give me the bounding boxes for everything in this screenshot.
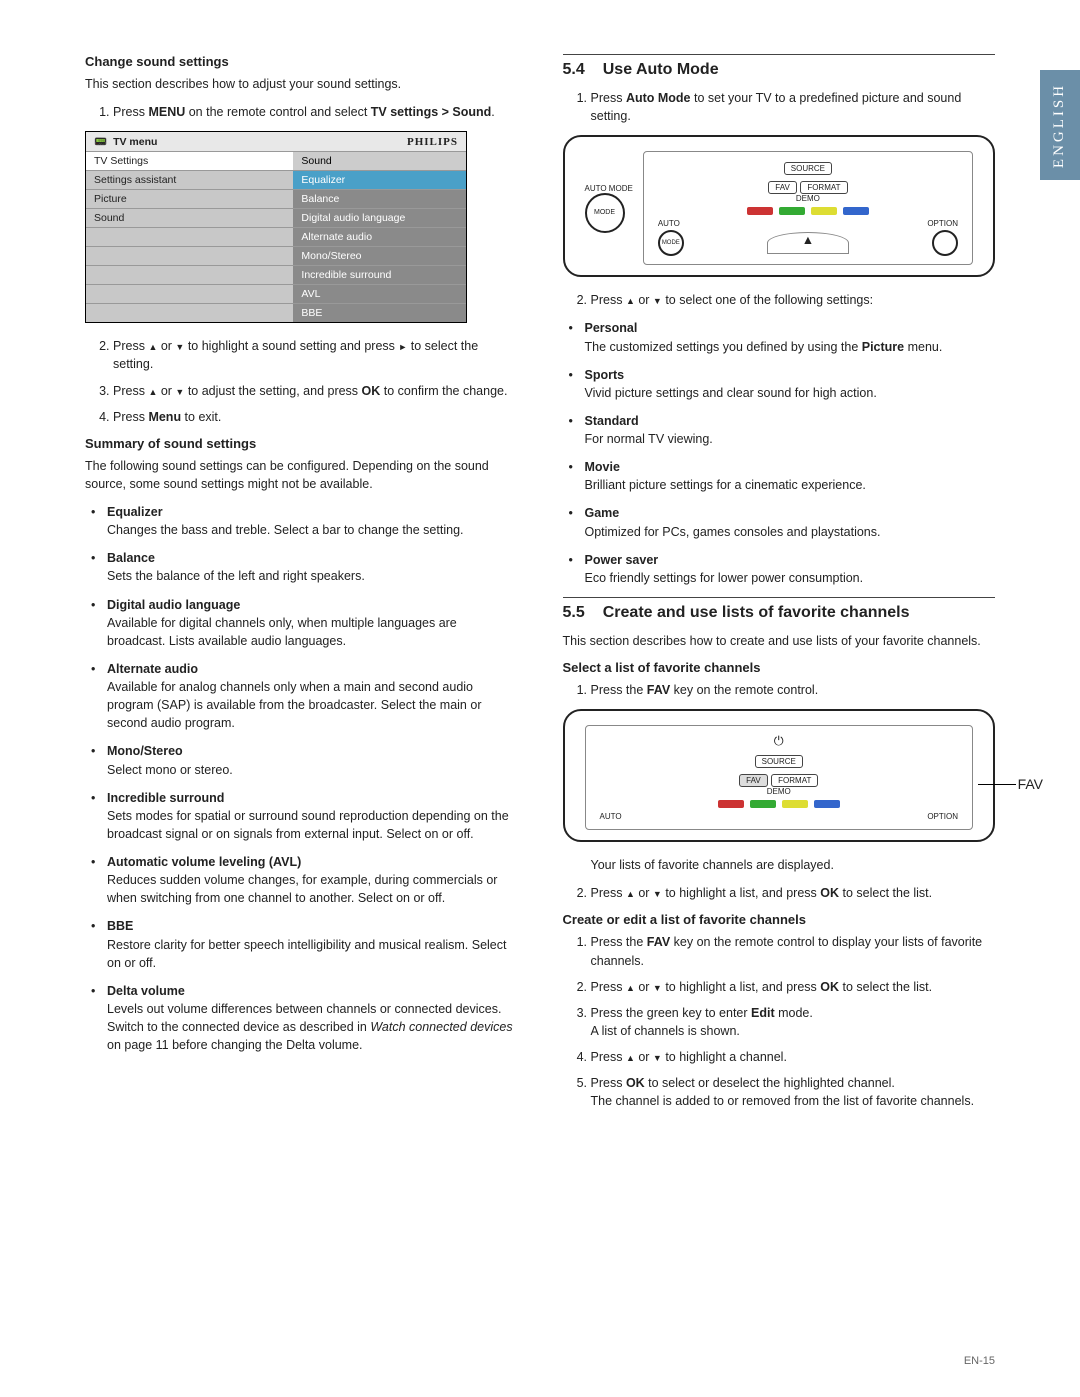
c-step3: Press the green key to enter Edit mode.A… bbox=[591, 1004, 996, 1040]
item-balance: BalanceSets the balance of the left and … bbox=[107, 549, 518, 585]
down-icon bbox=[175, 339, 184, 353]
item-avl: Automatic volume leveling (AVL)Reduces s… bbox=[107, 853, 518, 907]
down-icon bbox=[653, 886, 662, 900]
c-step4: Press or to highlight a channel. bbox=[591, 1048, 996, 1066]
remote-figure-1: AUTO MODE MODE SOURCE FAV FORMAT DEMO AU… bbox=[563, 135, 996, 277]
mode-icon: MODE bbox=[658, 230, 684, 256]
item-delta: Delta volumeLevels out volume difference… bbox=[107, 982, 518, 1055]
item-dal: Digital audio languageAvailable for digi… bbox=[107, 596, 518, 650]
mode-movie: MovieBrilliant picture settings for a ci… bbox=[585, 458, 996, 494]
mode-sports: SportsVivid picture settings and clear s… bbox=[585, 366, 996, 402]
remote-icon: 📟 bbox=[94, 135, 107, 148]
s54-step2: Press or to select one of the following … bbox=[591, 291, 996, 309]
up-icon bbox=[626, 1050, 635, 1064]
c-step1: Press the FAV key on the remote control … bbox=[591, 933, 996, 969]
left-column: Change sound settings This section descr… bbox=[85, 50, 518, 1120]
heading-change-sound: Change sound settings bbox=[85, 54, 518, 69]
item-alt: Alternate audioAvailable for analog chan… bbox=[107, 660, 518, 733]
mode-standard: StandardFor normal TV viewing. bbox=[585, 412, 996, 448]
down-icon bbox=[653, 980, 662, 994]
option-icon bbox=[932, 230, 958, 256]
s55-sel-step1: Press the FAV key on the remote control. bbox=[591, 681, 996, 699]
auto-mode-button-icon: MODE bbox=[585, 193, 625, 233]
down-icon bbox=[175, 384, 184, 398]
item-mono: Mono/StereoSelect mono or stereo. bbox=[107, 742, 518, 778]
step-3: Press or to adjust the setting, and pres… bbox=[113, 382, 518, 400]
heading-select-fav: Select a list of favorite channels bbox=[563, 660, 996, 675]
heading-create-fav: Create or edit a list of favorite channe… bbox=[563, 912, 996, 927]
right-icon bbox=[398, 339, 407, 353]
item-incredible: Incredible surroundSets modes for spatia… bbox=[107, 789, 518, 843]
s55-after: Your lists of favorite channels are disp… bbox=[591, 856, 996, 874]
heading-5-5: 5.5Create and use lists of favorite chan… bbox=[563, 597, 996, 622]
fav-callout: FAV bbox=[1018, 776, 1043, 792]
s54-step1: Press Auto Mode to set your TV to a pred… bbox=[591, 89, 996, 125]
page-number: EN-15 bbox=[964, 1355, 995, 1367]
c-step5: Press OK to select or deselect the highl… bbox=[591, 1074, 996, 1110]
tv-menu-figure: 📟TV menuPHILIPS TV SettingsSound Setting… bbox=[85, 131, 467, 323]
down-icon bbox=[653, 293, 662, 307]
s55-intro: This section describes how to create and… bbox=[563, 632, 996, 650]
heading-summary: Summary of sound settings bbox=[85, 436, 518, 451]
mode-personal: PersonalThe customized settings you defi… bbox=[585, 319, 996, 355]
item-bbe: BBERestore clarity for better speech int… bbox=[107, 917, 518, 971]
item-equalizer: EqualizerChanges the bass and treble. Se… bbox=[107, 503, 518, 539]
down-icon bbox=[653, 1050, 662, 1064]
summary-intro: The following sound settings can be conf… bbox=[85, 457, 518, 493]
up-icon bbox=[626, 886, 635, 900]
s55-sel-step2: Press or to highlight a list, and press … bbox=[591, 884, 996, 902]
c-step2: Press or to highlight a list, and press … bbox=[591, 978, 996, 996]
step-1: Press MENU on the remote control and sel… bbox=[113, 103, 518, 121]
mode-game: GameOptimized for PCs, games consoles an… bbox=[585, 504, 996, 540]
step-4: Press Menu to exit. bbox=[113, 408, 518, 426]
language-tab: ENGLISH bbox=[1040, 70, 1080, 180]
mode-power: Power saverEco friendly settings for low… bbox=[585, 551, 996, 587]
up-icon bbox=[626, 293, 635, 307]
heading-5-4: 5.4Use Auto Mode bbox=[563, 54, 996, 79]
step-2: Press or to highlight a sound setting an… bbox=[113, 337, 518, 373]
up-icon bbox=[626, 980, 635, 994]
remote-figure-2: ⏻ SOURCE FAV FORMAT DEMO AUTOOPTION FAV bbox=[563, 709, 996, 842]
right-column: 5.4Use Auto Mode Press Auto Mode to set … bbox=[563, 50, 996, 1120]
intro-text: This section describes how to adjust you… bbox=[85, 75, 518, 93]
